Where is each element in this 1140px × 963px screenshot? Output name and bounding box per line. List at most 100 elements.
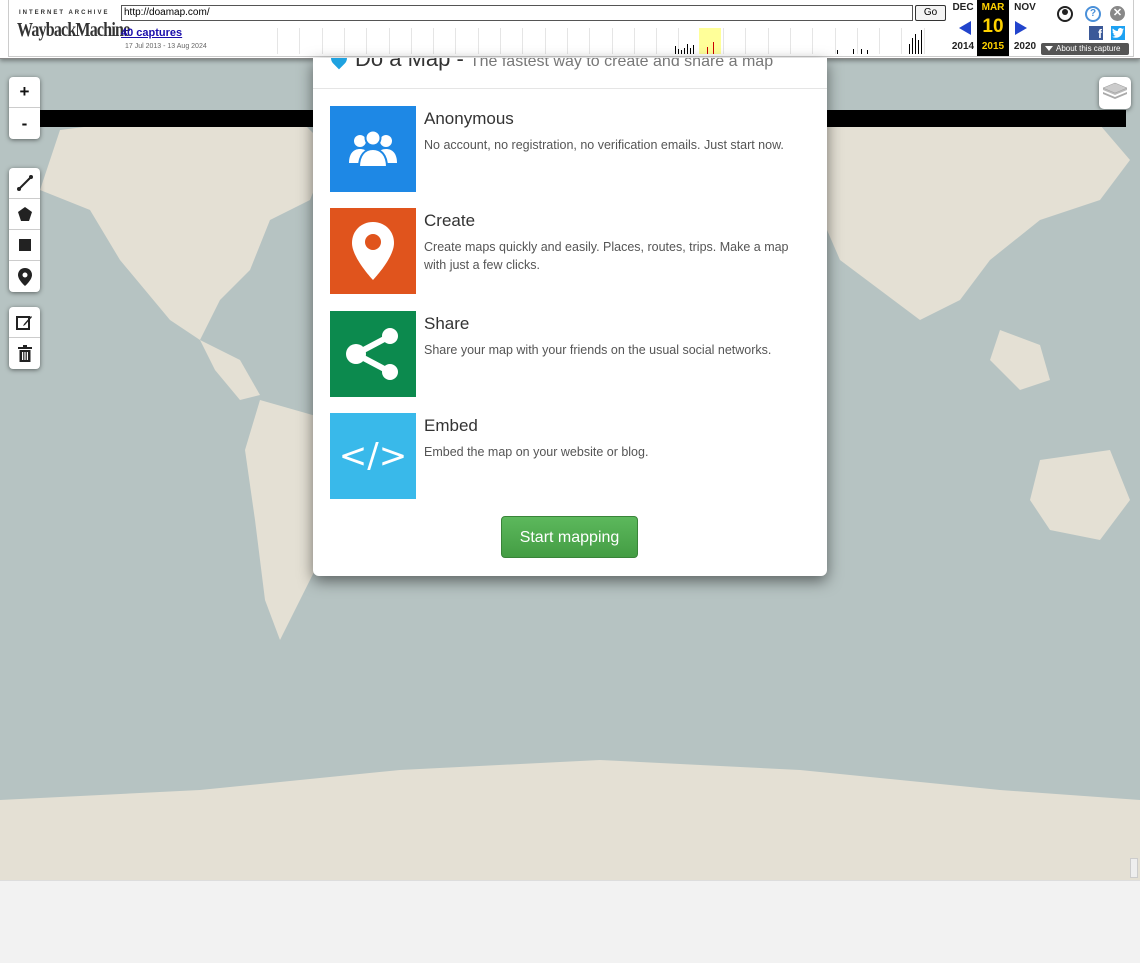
feature-desc-create: Create maps quickly and easily. Places, … [424, 240, 789, 272]
sparkline-year-cell [544, 28, 568, 54]
sparkline-year-cell [589, 28, 612, 54]
zoom-out-button[interactable]: - [9, 108, 40, 139]
zoom-control: + - [9, 77, 40, 139]
sparkline-year-cell [299, 28, 322, 54]
marker-icon [17, 267, 32, 286]
polyline-icon [16, 175, 33, 191]
map-pin-icon [352, 222, 394, 280]
modal-title-text: Do a Map - [355, 58, 464, 71]
start-mapping-button[interactable]: Start mapping [501, 516, 638, 558]
draw-polyline-button[interactable] [9, 168, 40, 199]
sparkline-year-cell [923, 28, 947, 54]
sparkline-capture-bar [681, 50, 682, 54]
logo-pin-icon [327, 58, 351, 70]
about-capture-button[interactable]: About this capture [1041, 43, 1129, 55]
welcome-modal: Do a Map - The fastest way to create and … [313, 58, 827, 576]
feature-anonymous: Anonymous No account, no registration, n… [330, 106, 810, 192]
code-icon: </> [338, 436, 408, 476]
sparkline-year-cell [611, 28, 635, 54]
prev-capture-arrow-icon[interactable] [959, 21, 971, 35]
draw-polygon-button[interactable] [9, 199, 40, 230]
feature-tile-embed: </> [330, 413, 416, 499]
sparkline-capture-bar [921, 30, 922, 54]
date-navigator: DEC 2014 MAR 10 2015 NOV 2020 [947, 0, 1043, 56]
sparkline-capture-bar [918, 40, 919, 54]
share-icon [346, 328, 398, 380]
feature-tile-share [330, 311, 416, 397]
twitter-icon[interactable] [1111, 26, 1125, 40]
captures-link[interactable]: 40 captures [121, 27, 182, 39]
edit-icon [16, 315, 32, 330]
sparkline-capture-bar [693, 45, 694, 54]
sparkline-year-cell [745, 28, 768, 54]
sparkline-capture-bar [867, 50, 868, 54]
sparkline-year-cell [343, 28, 367, 54]
feature-tile-anonymous [330, 106, 416, 192]
next-year-label[interactable]: 2020 [1009, 41, 1041, 52]
next-capture-arrow-icon[interactable] [1015, 21, 1027, 35]
sparkline-year-cell [566, 28, 590, 54]
feature-embed: </> Embed Embed the map on your website … [330, 413, 810, 499]
sparkline-capture-bar [713, 42, 714, 54]
wayback-toolbar: INTERNET ARCHIVE WaybackMachine http://d… [0, 0, 1140, 59]
draw-rectangle-button[interactable] [9, 230, 40, 261]
prev-month-label[interactable]: DEC [947, 2, 979, 13]
sparkline-year-cell [879, 28, 902, 54]
feature-title-create: Create [424, 211, 476, 230]
trash-icon [17, 345, 32, 362]
current-year: 2015 [981, 41, 1005, 52]
feature-title-share: Share [424, 314, 470, 333]
current-day: 10 [982, 16, 1004, 37]
sparkline-capture-bar [861, 49, 862, 54]
about-capture-label: About this capture [1056, 44, 1121, 53]
scrollbar-handle[interactable] [1130, 858, 1138, 878]
facebook-icon[interactable]: f [1089, 26, 1103, 41]
edit-layers-button[interactable] [9, 307, 40, 338]
capture-range: 17 Jul 2013 - 13 Aug 2024 [125, 43, 207, 50]
delete-layers-button[interactable] [9, 338, 40, 369]
feature-desc-share: Share your map with your friends on the … [424, 343, 772, 357]
rectangle-icon [18, 239, 31, 251]
sparkline-year-cell [723, 28, 746, 54]
logo-wayback-word: Wayback [17, 19, 76, 41]
sparkline-year-cell [633, 28, 657, 54]
next-month-label[interactable]: NOV [1009, 2, 1041, 13]
sparkline-year-cell [277, 28, 300, 54]
close-icon[interactable]: ✕ [1110, 6, 1125, 21]
sparkline-year-cell [388, 28, 412, 54]
page-footer-area [0, 880, 1140, 963]
draw-marker-button[interactable] [9, 261, 40, 292]
sparkline-year-cell [477, 28, 501, 54]
sparkline-capture-bar [837, 50, 838, 54]
sparkline-capture-bar [915, 34, 916, 54]
modal-header: Do a Map - The fastest way to create and … [313, 58, 827, 89]
feature-desc-anonymous: No account, no registration, no verifica… [424, 138, 784, 152]
logo-internet-archive-text: INTERNET ARCHIVE [19, 10, 110, 16]
sparkline-capture-bar [675, 46, 676, 54]
zoom-in-button[interactable]: + [9, 77, 40, 108]
sparkline-year-cell [789, 28, 813, 54]
layers-toggle-button[interactable] [1099, 77, 1131, 109]
current-month: MAR [981, 2, 1005, 13]
capture-sparkline[interactable] [277, 28, 945, 54]
user-account-icon[interactable] [1057, 6, 1073, 22]
url-input[interactable]: http://doamap.com/ [121, 5, 913, 21]
feature-title-anonymous: Anonymous [424, 109, 514, 128]
feature-title-embed: Embed [424, 416, 478, 435]
prev-year-label[interactable]: 2014 [947, 41, 979, 52]
wayback-logo[interactable]: INTERNET ARCHIVE WaybackMachine [17, 6, 130, 46]
layers-icon [1102, 82, 1128, 99]
logo-wayback-machine-text: WaybackMachine [17, 19, 130, 42]
sparkline-capture-bar [678, 49, 679, 54]
sparkline-capture-bar [690, 48, 691, 54]
help-icon[interactable]: ? [1085, 6, 1101, 22]
sparkline-capture-bar [909, 44, 910, 54]
go-button[interactable]: Go [915, 5, 946, 21]
users-icon [349, 129, 397, 168]
sparkline-year-cell [321, 28, 345, 54]
current-capture-date: MAR 10 2015 [977, 0, 1009, 56]
feature-create: Create Create maps quickly and easily. P… [330, 208, 810, 294]
modal-title: Do a Map - The fastest way to create and … [355, 58, 773, 72]
sparkline-year-cell [366, 28, 389, 54]
sparkline-capture-bar [912, 38, 913, 54]
